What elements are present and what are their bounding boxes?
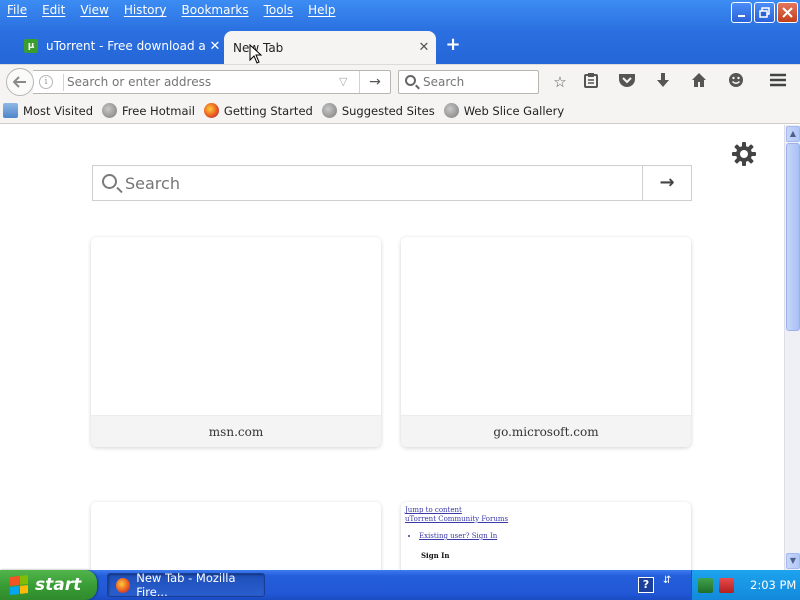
- taskbar-item-label: New Tab - Mozilla Fire...: [136, 571, 236, 599]
- bookmark-label: Web Slice Gallery: [463, 103, 565, 118]
- clock[interactable]: 2:03 PM: [750, 578, 796, 592]
- newtab-search-box[interactable]: →: [92, 165, 692, 201]
- menu-view[interactable]: View: [73, 0, 116, 22]
- network-icon[interactable]: ⇵: [663, 575, 671, 586]
- window-controls: [731, 2, 798, 23]
- bookmark-star-icon[interactable]: ☆: [550, 72, 570, 92]
- close-icon: [782, 7, 793, 18]
- search-input[interactable]: [423, 73, 533, 91]
- start-button[interactable]: start: [0, 570, 97, 600]
- shield-icon[interactable]: [698, 577, 713, 593]
- restore-icon: [759, 7, 770, 18]
- help-icon[interactable]: ?: [638, 577, 654, 593]
- info-icon[interactable]: i: [39, 75, 53, 89]
- tile-caption: msn.com: [91, 415, 381, 447]
- smiley-icon: [729, 73, 743, 87]
- bookmark-label: Suggested Sites: [341, 103, 435, 118]
- top-site-tile[interactable]: go.microsoft.com: [401, 237, 691, 447]
- clipboard-icon: [584, 73, 598, 88]
- bookmark-most-visited[interactable]: Most Visited: [3, 103, 93, 118]
- minimize-icon: [737, 14, 745, 17]
- menu-tools[interactable]: Tools: [257, 0, 302, 22]
- navigation-toolbar: i ▽ → ☆: [0, 64, 800, 98]
- top-site-tile[interactable]: [91, 502, 381, 570]
- pocket-icon-glyph: [619, 74, 635, 87]
- url-bar[interactable]: i ▽ →: [33, 70, 391, 94]
- bookmark-label: Free Hotmail: [122, 103, 195, 118]
- taskbar-item-firefox[interactable]: New Tab - Mozilla Fire...: [107, 571, 265, 599]
- scroll-down-arrow-icon[interactable]: ▼: [786, 553, 800, 569]
- home-icon[interactable]: [689, 72, 709, 92]
- url-input[interactable]: [67, 73, 332, 91]
- menu-history[interactable]: History: [117, 0, 175, 22]
- tab-utorrent[interactable]: µ uTorrent - Free download an... ✕: [18, 30, 224, 62]
- close-window-button[interactable]: [777, 2, 798, 23]
- search-go-arrow-icon[interactable]: →: [642, 166, 691, 200]
- vertical-scrollbar[interactable]: ▲ ▼: [784, 125, 800, 570]
- new-tab-page: → msn.com go.microsoft.com Jump to conte…: [0, 125, 784, 570]
- feedback-smiley-icon[interactable]: [726, 72, 746, 92]
- globe-icon: [102, 103, 117, 118]
- firefox-icon: [116, 577, 131, 593]
- bookmark-free-hotmail[interactable]: Free Hotmail: [102, 103, 195, 118]
- system-tray: 2:03 PM: [691, 570, 800, 600]
- start-label: start: [35, 575, 82, 595]
- preview-link: Jump to content: [405, 506, 462, 514]
- security-alert-icon[interactable]: [719, 577, 734, 593]
- tab-title: uTorrent - Free download an...: [46, 39, 206, 53]
- bookmark-suggested-sites[interactable]: Suggested Sites: [321, 103, 435, 118]
- back-arrow-icon: [13, 76, 26, 88]
- back-button[interactable]: [6, 68, 34, 96]
- menu-bar: File Edit View History Bookmarks Tools H…: [0, 0, 344, 22]
- go-arrow-icon[interactable]: →: [359, 71, 390, 93]
- bookmark-getting-started[interactable]: Getting Started: [203, 103, 313, 118]
- restore-button[interactable]: [754, 2, 775, 23]
- windows-logo-icon: [10, 575, 28, 595]
- utorrent-icon: µ: [24, 39, 38, 53]
- download-arrow-icon: [657, 73, 669, 87]
- folder-icon: [3, 103, 18, 118]
- home-glyph-icon: [692, 73, 706, 87]
- scroll-up-arrow-icon[interactable]: ▲: [786, 126, 800, 142]
- bookmark-label: Most Visited: [23, 103, 93, 118]
- tab-strip: µ uTorrent - Free download an... ✕ New T…: [0, 30, 800, 64]
- reading-list-icon[interactable]: [581, 72, 601, 92]
- top-site-tile[interactable]: msn.com: [91, 237, 381, 447]
- bookmark-web-slice-gallery[interactable]: Web Slice Gallery: [443, 103, 565, 118]
- bookmarks-toolbar: Most Visited Free Hotmail Getting Starte…: [0, 98, 800, 124]
- close-tab-icon[interactable]: ✕: [206, 39, 224, 54]
- windows-taskbar: start New Tab - Mozilla Fire... ? ⇵ 2:03…: [0, 570, 800, 600]
- tile-caption: go.microsoft.com: [401, 415, 691, 447]
- globe-icon: [321, 103, 337, 118]
- minimize-button[interactable]: [731, 2, 752, 23]
- search-bar[interactable]: [398, 70, 539, 94]
- menu-file[interactable]: File: [0, 0, 35, 22]
- firefox-icon: [203, 103, 219, 118]
- newtab-search-input[interactable]: [125, 172, 625, 194]
- bookmark-label: Getting Started: [223, 103, 313, 118]
- url-separator: [63, 74, 64, 91]
- scroll-thumb[interactable]: [786, 143, 800, 331]
- menu-help[interactable]: Help: [301, 0, 343, 22]
- preview-list-item: Existing user? Sign In: [419, 532, 508, 541]
- new-tab-button[interactable]: +: [444, 34, 462, 56]
- menu-bookmarks[interactable]: Bookmarks: [175, 0, 257, 22]
- gear-icon[interactable]: [731, 141, 757, 167]
- hamburger-menu-icon[interactable]: [768, 72, 788, 92]
- close-tab-icon[interactable]: ✕: [412, 40, 436, 55]
- tile-thumbnail-preview: Jump to content uTorrent Community Forum…: [405, 506, 508, 560]
- preview-heading: Sign In: [421, 551, 450, 560]
- preview-link: uTorrent Community Forums: [405, 515, 509, 523]
- search-icon: [102, 174, 117, 189]
- globe-icon: [443, 103, 459, 118]
- pocket-icon[interactable]: [617, 72, 637, 92]
- menu-lines-icon: [770, 73, 786, 87]
- top-site-tile[interactable]: Jump to content uTorrent Community Forum…: [401, 502, 691, 570]
- history-dropdown-icon[interactable]: ▽: [339, 75, 347, 88]
- menu-edit[interactable]: Edit: [35, 0, 73, 22]
- search-icon: [405, 75, 416, 86]
- downloads-icon[interactable]: [653, 72, 673, 92]
- mouse-cursor-icon: [249, 44, 263, 64]
